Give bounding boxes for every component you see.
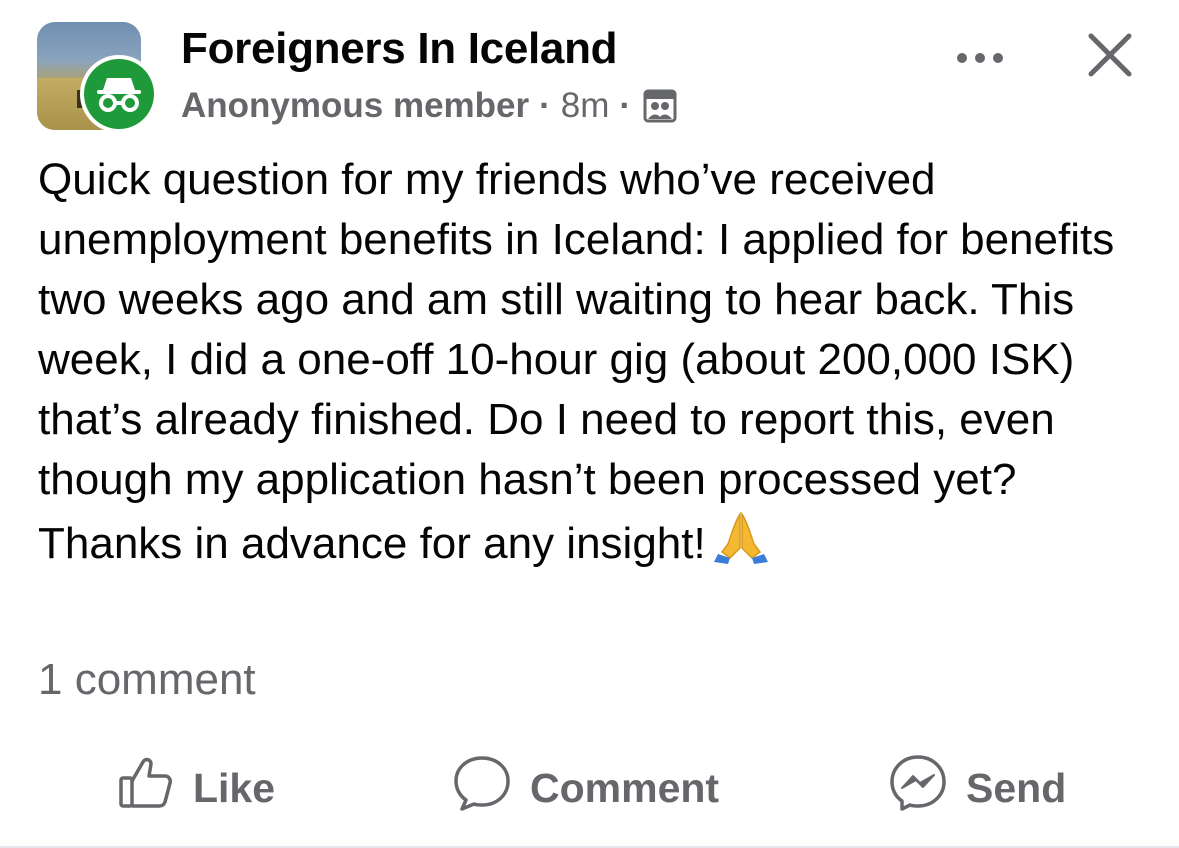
comment-label: Comment bbox=[530, 764, 720, 811]
comment-count[interactable]: 1 comment bbox=[38, 655, 256, 705]
more-options-button[interactable] bbox=[950, 38, 1010, 78]
send-label: Send bbox=[966, 764, 1067, 811]
meta-separator: · bbox=[539, 86, 551, 125]
thumbs-up-icon bbox=[117, 754, 175, 822]
post-meta: Anonymous member · 8m · bbox=[181, 86, 677, 126]
group-name[interactable]: Foreigners In Iceland bbox=[181, 24, 618, 74]
post-time[interactable]: 8m bbox=[561, 86, 610, 126]
anonymous-badge bbox=[80, 55, 158, 133]
post-card: Foreigners In Iceland Anonymous member ·… bbox=[0, 0, 1179, 848]
post-text: Quick question for my friends who’ve rec… bbox=[38, 155, 1127, 568]
action-bar: Like Comment Send bbox=[0, 752, 1179, 824]
more-icon bbox=[957, 53, 1003, 63]
incognito-icon bbox=[84, 59, 154, 129]
send-button[interactable]: Send bbox=[888, 752, 1066, 824]
like-button[interactable]: Like bbox=[117, 752, 275, 824]
comment-button[interactable]: Comment bbox=[452, 752, 719, 824]
close-button[interactable] bbox=[1085, 30, 1135, 80]
folded-hands-emoji bbox=[712, 510, 770, 582]
group-members-icon bbox=[643, 89, 677, 123]
post-body: Quick question for my friends who’ve rec… bbox=[38, 150, 1153, 582]
like-label: Like bbox=[193, 764, 276, 811]
comment-bubble-icon bbox=[452, 753, 512, 823]
author-name: Anonymous member bbox=[181, 86, 530, 125]
close-icon bbox=[1088, 33, 1132, 77]
meta-separator: · bbox=[619, 86, 632, 125]
messenger-icon bbox=[888, 753, 948, 823]
